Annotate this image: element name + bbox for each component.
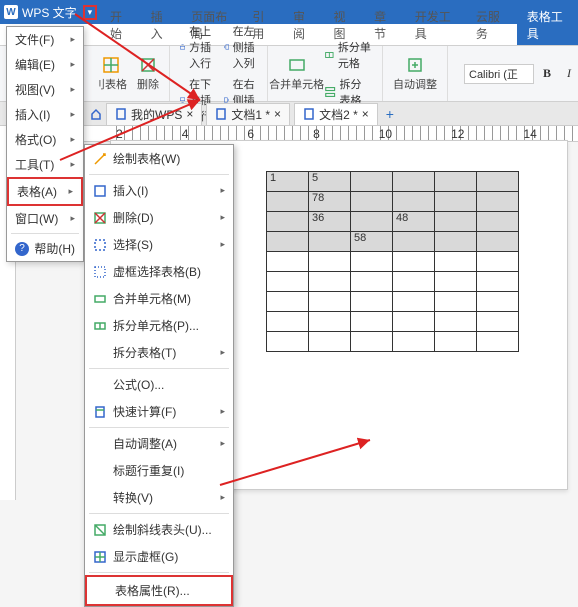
- new-tab-button[interactable]: +: [386, 106, 394, 122]
- menu-edit[interactable]: 编辑(E)▸: [7, 52, 83, 77]
- delete-button[interactable]: 删除: [133, 50, 163, 98]
- home-icon[interactable]: [90, 108, 102, 120]
- tab-cloud[interactable]: 云服务: [466, 5, 517, 45]
- submenu-delete[interactable]: 删除(D)▸: [85, 204, 233, 231]
- menu-window[interactable]: 窗口(W)▸: [7, 206, 83, 231]
- autofit-button[interactable]: 自动调整: [389, 50, 441, 98]
- submenu-merge-cells[interactable]: 合并单元格(M): [85, 285, 233, 312]
- submenu-repeat-header[interactable]: 标题行重复(I): [85, 457, 233, 484]
- menu-insert[interactable]: 插入(I)▸: [7, 102, 83, 127]
- tab-table-tools[interactable]: 表格工具: [517, 5, 578, 45]
- tab-review[interactable]: 审阅: [283, 5, 324, 45]
- table-row: [267, 332, 519, 352]
- menu-file[interactable]: 文件(F)▸: [7, 27, 83, 52]
- close-icon[interactable]: ×: [362, 107, 369, 121]
- bold-button[interactable]: B: [538, 65, 556, 83]
- ribbon-tab-bar: 开始 插入 页面布局 引用 审阅 视图 章节 开发工具 云服务 表格工具: [0, 24, 578, 46]
- document-table[interactable]: 15 78 3648 58: [266, 171, 519, 352]
- menu-format[interactable]: 格式(O)▸: [7, 127, 83, 152]
- table-row: 15: [267, 172, 519, 192]
- submenu-show-gridlines[interactable]: 显示虚框(G): [85, 543, 233, 570]
- app-title: WPS 文字: [22, 4, 77, 21]
- menu-view[interactable]: 视图(V)▸: [7, 77, 83, 102]
- font-group: B I: [464, 64, 578, 84]
- tab-dev[interactable]: 开发工具: [405, 5, 466, 45]
- submenu-formula[interactable]: 公式(O)...: [85, 371, 233, 398]
- submenu-select[interactable]: 选择(S)▸: [85, 231, 233, 258]
- table-row: [267, 252, 519, 272]
- insert-row-above-button[interactable]: 在上方插入行: [176, 21, 218, 73]
- doc-tab-2[interactable]: 文档2 *×: [294, 103, 378, 125]
- table-row: 3648: [267, 212, 519, 232]
- close-icon[interactable]: ×: [274, 107, 281, 121]
- submenu-convert[interactable]: 转换(V)▸: [85, 484, 233, 511]
- doc-tab-mywps[interactable]: 我的WPS×: [106, 103, 202, 125]
- italic-button[interactable]: I: [560, 65, 578, 83]
- menu-tools[interactable]: 工具(T)▸: [7, 152, 83, 177]
- merge-cells-button[interactable]: 合并单元格: [274, 50, 319, 98]
- submenu-autofit[interactable]: 自动调整(A)▸: [85, 430, 233, 457]
- font-name-input[interactable]: [464, 64, 534, 84]
- table-row: 58: [267, 232, 519, 252]
- submenu-draw-table[interactable]: 绘制表格(W): [85, 145, 233, 172]
- submenu-split-cells[interactable]: 拆分单元格(P)...: [85, 312, 233, 339]
- legacy-menu: 文件(F)▸ 编辑(E)▸ 视图(V)▸ 插入(I)▸ 格式(O)▸ 工具(T)…: [6, 26, 84, 262]
- tab-home[interactable]: 开始: [100, 5, 141, 45]
- title-dropdown-icon[interactable]: ▾: [83, 5, 98, 20]
- submenu-insert[interactable]: 插入(I)▸: [85, 177, 233, 204]
- submenu-dashed-select[interactable]: 虚框选择表格(B): [85, 258, 233, 285]
- split-cells-button[interactable]: 拆分单元格: [321, 37, 376, 73]
- ribbon: 刂表格 删除 在上方插入行 在下方插入行 在左侧插入列 在右侧插入列 合并单元格…: [0, 46, 578, 102]
- submenu-table-properties[interactable]: 表格属性(R)...: [85, 575, 233, 606]
- table-submenu: 绘制表格(W) 插入(I)▸ 删除(D)▸ 选择(S)▸ 虚框选择表格(B) 合…: [84, 144, 234, 607]
- help-icon: ?: [15, 242, 29, 256]
- insert-col-left-button[interactable]: 在左侧插入列: [220, 21, 262, 73]
- app-logo-icon: W: [4, 5, 18, 19]
- draw-table-button[interactable]: 刂表格: [90, 50, 131, 98]
- menu-table[interactable]: 表格(A)▸: [7, 177, 83, 206]
- menu-help[interactable]: ?帮助(H): [7, 236, 83, 261]
- table-row: [267, 272, 519, 292]
- submenu-quick-calc[interactable]: 快速计算(F)▸: [85, 398, 233, 425]
- document-tab-bar: 我的WPS× 文档1 *× 文档2 *× +: [0, 102, 578, 126]
- table-row: [267, 312, 519, 332]
- submenu-split-table[interactable]: 拆分表格(T)▸: [85, 339, 233, 366]
- draw-table-label: 刂表格: [94, 76, 127, 92]
- submenu-diagonal-header[interactable]: 绘制斜线表头(U)...: [85, 516, 233, 543]
- close-icon[interactable]: ×: [186, 107, 193, 121]
- doc-tab-1[interactable]: 文档1 *×: [206, 103, 290, 125]
- table-row: 78: [267, 192, 519, 212]
- table-row: [267, 292, 519, 312]
- delete-label: 删除: [137, 76, 159, 92]
